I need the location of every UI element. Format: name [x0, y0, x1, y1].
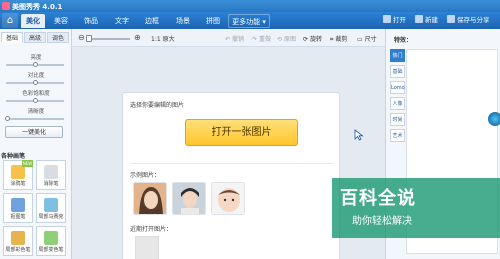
folder-icon: [383, 15, 391, 23]
sharpness-slider-knob[interactable]: [5, 116, 10, 121]
tab-beautify[interactable]: 美化: [21, 14, 45, 28]
zoom-slider-knob[interactable]: [86, 35, 92, 42]
redo-icon: ↷: [252, 36, 258, 43]
actual-size-button[interactable]: 1:1 原大: [151, 34, 175, 43]
rotate-button[interactable]: ⟳ 旋转: [303, 34, 322, 43]
left-panel: 基础 高级 调色 亮度 对比度 色彩饱和度 清晰度 一键美化 各种画笔 NEW …: [0, 29, 72, 259]
local-recolor-pen-tool[interactable]: 局部变色笔: [36, 226, 66, 256]
mouse-cursor-icon: [354, 129, 364, 141]
contrast-slider-knob[interactable]: [33, 80, 38, 85]
undo-icon: ↶: [225, 36, 231, 43]
redo-button[interactable]: ↷ 重做: [252, 34, 271, 43]
tab-advanced[interactable]: 高级: [24, 32, 46, 43]
brightness-slider-knob[interactable]: [33, 62, 38, 67]
choose-image-prompt: 选择你要编辑的图片: [130, 102, 185, 109]
mosaic-tool[interactable]: 局部马赛克: [36, 193, 66, 223]
brush-section-title: 各种画笔: [1, 153, 26, 160]
zoom-in-icon[interactable]: ⊕: [134, 34, 141, 42]
watermark-brand: 百科全说: [340, 188, 416, 209]
portrait-woman-image: [134, 183, 166, 214]
sample-thumbnail[interactable]: [172, 182, 206, 215]
tab-collage[interactable]: 拼图: [201, 14, 225, 28]
resize-button[interactable]: ▭ 尺寸: [357, 34, 377, 43]
slider-label-brightness: 亮度: [30, 55, 42, 61]
eraser-icon: [44, 165, 58, 179]
new-badge: NEW: [22, 160, 33, 167]
portrait-girl-image: [173, 183, 205, 214]
sample-images-label: 示例图片：: [130, 172, 161, 179]
effects-tab-art[interactable]: 艺术: [390, 129, 405, 142]
rotate-icon: ⟳: [303, 36, 309, 43]
effects-tab-portrait[interactable]: 人像: [390, 97, 405, 110]
slider-label-contrast: 对比度: [27, 73, 45, 79]
watermark-slogan: 助你轻松解决: [352, 216, 412, 227]
effects-tab-hot[interactable]: 热门: [390, 49, 405, 62]
effects-tab-basic[interactable]: 基础: [390, 65, 405, 78]
reset-icon: ⟲: [277, 36, 283, 43]
resize-icon: ▭: [357, 36, 363, 43]
tab-more-features[interactable]: 更多功能 ▾: [228, 14, 270, 28]
tab-beauty[interactable]: 美容: [49, 14, 73, 28]
eraser-pen-tool[interactable]: 消除笔: [36, 160, 66, 190]
window-title: 美图秀秀 4.0.1: [12, 3, 63, 11]
open-image-button[interactable]: 打开一张图片: [185, 119, 298, 146]
sample-thumbnail[interactable]: [133, 182, 167, 215]
color-pen-icon: [11, 231, 25, 245]
zoom-out-icon[interactable]: ⊖: [78, 34, 85, 42]
app-logo-icon: [2, 2, 10, 10]
tab-frame[interactable]: 边框: [140, 14, 164, 28]
canvas-toolbar: ⊖ ⊕ 1:1 原大 ↶ 撤销 ↷ 重做 ⟲ 原图 ⟳ 旋转 ⌗ 裁剪 ▭ 尺寸: [72, 29, 385, 47]
title-bar: 美图秀秀 4.0.1: [0, 0, 500, 12]
slider-label-saturation: 色彩饱和度: [22, 91, 50, 97]
sharpness-slider[interactable]: [6, 118, 64, 120]
effects-tab-fashion[interactable]: 时尚: [390, 113, 405, 126]
open-image-card: 选择你要编辑的图片 打开一张图片 示例图片： 近期打开图片：: [122, 92, 340, 259]
recolor-pen-icon: [44, 231, 58, 245]
tab-color-adjust[interactable]: 调色: [47, 32, 69, 43]
effects-title: 特效：: [394, 37, 413, 44]
crop-button[interactable]: ⌗ 裁剪: [330, 34, 347, 44]
crop-icon: ⌗: [330, 36, 334, 43]
open-button[interactable]: 打开: [383, 14, 406, 27]
reset-button[interactable]: ⟲ 原图: [277, 34, 296, 43]
undo-button[interactable]: ↶ 撤销: [225, 34, 244, 43]
doodle-pen-tool[interactable]: NEW 涂鸦笔: [3, 160, 33, 190]
new-button[interactable]: 新建: [415, 14, 438, 27]
portrait-baby-image: [212, 183, 244, 214]
cutout-pen-tool[interactable]: 抠图笔: [3, 193, 33, 223]
home-icon: ⌂: [6, 15, 14, 26]
plus-icon: [415, 15, 423, 23]
slider-label-sharpness: 清晰度: [27, 109, 45, 115]
tab-scene[interactable]: 场景: [171, 14, 195, 28]
saturation-slider-knob[interactable]: [33, 98, 38, 103]
sample-thumbnail[interactable]: [211, 182, 245, 215]
save-share-button[interactable]: 保存与分享: [447, 14, 490, 27]
zoom-slider[interactable]: [88, 38, 130, 40]
save-icon: [447, 15, 455, 23]
local-color-pen-tool[interactable]: 局部彩色笔: [3, 226, 33, 256]
main-tab-bar: ⌂ 美化 美容 饰品 文字 边框 场景 拼图 更多功能 ▾ 打开 新建 保存与分…: [0, 12, 500, 29]
effects-tab-lomo[interactable]: Lomo: [390, 81, 405, 94]
recent-image-thumbnail[interactable]: [135, 236, 159, 259]
home-button[interactable]: ⌂: [2, 13, 18, 28]
divider: [130, 163, 334, 164]
one-click-beautify-button[interactable]: 一键美化: [5, 126, 63, 138]
pen-icon: [11, 165, 25, 179]
recent-images-label: 近期打开图片：: [130, 226, 173, 233]
watermark-overlay: 百科全说 助你轻松解决: [332, 178, 500, 238]
tab-text[interactable]: 文字: [110, 14, 134, 28]
tab-basic[interactable]: 基础: [1, 32, 23, 43]
mosaic-icon: [44, 198, 58, 212]
cutout-icon: [11, 198, 25, 212]
floating-assistant-icon[interactable]: [488, 112, 500, 126]
tab-accessories[interactable]: 饰品: [79, 14, 103, 28]
